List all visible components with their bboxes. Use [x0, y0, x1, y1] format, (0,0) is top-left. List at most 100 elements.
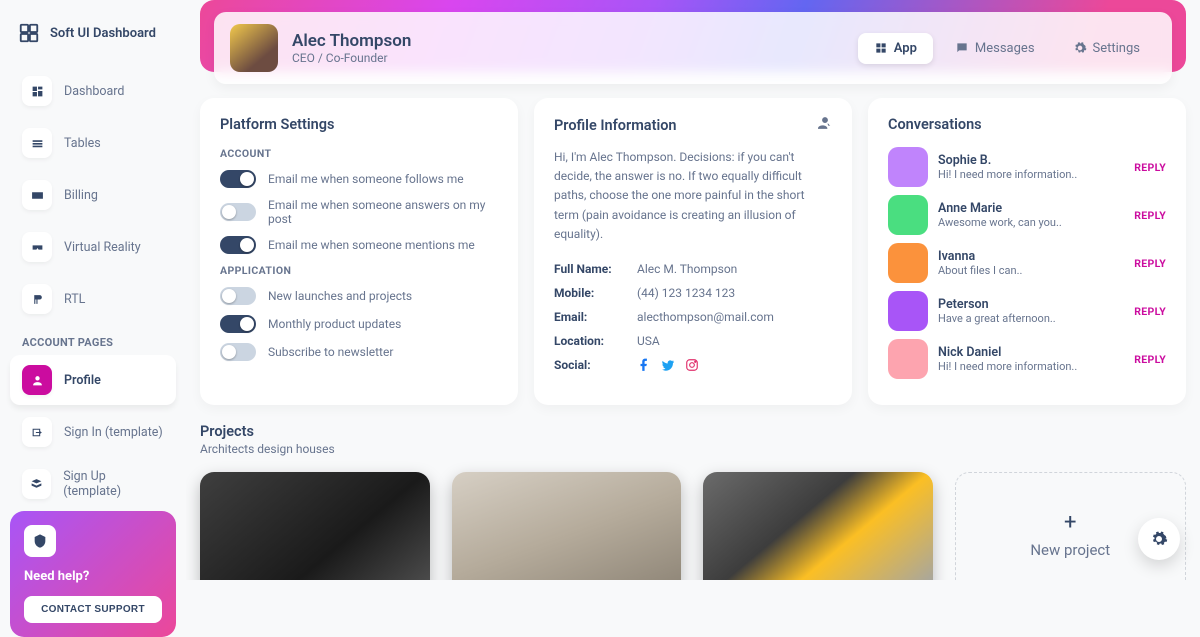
reply-button[interactable]: REPLY [1134, 161, 1166, 174]
reply-button[interactable]: REPLY [1134, 257, 1166, 270]
tab-app[interactable]: App [858, 33, 933, 64]
conversation-item[interactable]: Anne MarieAwesome work, can you..REPLY [888, 195, 1166, 235]
messages-icon [955, 41, 969, 55]
signin-icon [22, 417, 52, 447]
value-mobile: (44) 123 1234 123 [637, 286, 735, 300]
conversation-avatar [888, 339, 928, 379]
profile-info-title: Profile Information [554, 117, 677, 134]
conversation-avatar [888, 243, 928, 283]
nav-label: RTL [64, 292, 85, 307]
tables-icon [22, 128, 52, 158]
projects-title: Projects [200, 423, 1186, 440]
reply-button[interactable]: REPLY [1134, 305, 1166, 318]
account-pages-heading: ACCOUNT PAGES [10, 326, 176, 355]
profile-bar: Alec Thompson CEO / Co-Founder AppMessag… [214, 12, 1172, 84]
toggle-switch[interactable] [220, 203, 256, 221]
toggle-switch[interactable] [220, 170, 256, 188]
sidebar: Soft UI Dashboard Dashboard Tables Billing… [0, 0, 186, 580]
label-mobile: Mobile: [554, 286, 629, 300]
conversation-name: Peterson [938, 297, 1056, 312]
conversation-item[interactable]: PetersonHave a great afternoon.. REPLY [888, 291, 1166, 331]
sidebar-item-profile[interactable]: Profile [10, 355, 176, 405]
help-icon [24, 525, 56, 557]
facebook-icon[interactable] [637, 358, 651, 376]
profile-name: Alec Thompson [292, 31, 411, 51]
sidebar-item-rtl[interactable]: RTL [10, 274, 176, 324]
dashboard-icon [22, 76, 52, 106]
project-image [200, 472, 430, 580]
instagram-icon[interactable] [685, 358, 699, 376]
reply-button[interactable]: REPLY [1134, 353, 1166, 366]
toggle-switch[interactable] [220, 287, 256, 305]
label-social: Social: [554, 358, 629, 376]
profile-role: CEO / Co-Founder [292, 51, 411, 65]
conversation-item[interactable]: Nick DanielHi! I need more information..… [888, 339, 1166, 379]
profile-bio: Hi, I'm Alec Thompson. Decisions: if you… [554, 148, 832, 244]
contact-support-button[interactable]: CONTACT SUPPORT [24, 596, 162, 623]
project-card[interactable] [452, 472, 682, 580]
nav-label: Profile [64, 373, 101, 388]
conversation-avatar [888, 147, 928, 187]
sidebar-item-sign-in-template-[interactable]: Sign In (template) [10, 407, 176, 457]
avatar[interactable] [230, 24, 278, 72]
gear-icon [1150, 530, 1168, 548]
settings-fab[interactable] [1138, 518, 1180, 560]
project-card[interactable] [703, 472, 933, 580]
settings-icon [1073, 41, 1087, 55]
account-subheading: ACCOUNT [220, 147, 498, 160]
toggle-switch[interactable] [220, 343, 256, 361]
nav-label: Sign Up (template) [63, 469, 164, 499]
sidebar-item-virtual-reality[interactable]: Virtual Reality [10, 222, 176, 272]
tab-messages[interactable]: Messages [939, 33, 1051, 64]
conversation-message: Awesome work, can you.. [938, 216, 1062, 229]
nav-label: Billing [64, 188, 98, 203]
sidebar-item-billing[interactable]: Billing [10, 170, 176, 220]
toggle-label: Email me when someone mentions me [268, 238, 475, 252]
edit-profile-icon[interactable] [818, 116, 832, 134]
conversation-item[interactable]: Sophie B.Hi! I need more information..RE… [888, 147, 1166, 187]
reply-button[interactable]: REPLY [1134, 209, 1166, 222]
value-fullname: Alec M. Thompson [637, 262, 737, 276]
projects-subtitle: Architects design houses [200, 442, 1186, 456]
toggle-switch[interactable] [220, 315, 256, 333]
conversation-avatar [888, 195, 928, 235]
new-project-label: New project [1030, 541, 1110, 559]
value-email: alecthompson@mail.com [637, 310, 774, 324]
conversation-name: Nick Daniel [938, 345, 1077, 360]
main-content: Alec Thompson CEO / Co-Founder AppMessag… [186, 0, 1200, 580]
project-card[interactable] [200, 472, 430, 580]
conversation-item[interactable]: IvannaAbout files I can..REPLY [888, 243, 1166, 283]
toggle-label: Subscribe to newsletter [268, 345, 393, 359]
nav-label: Dashboard [64, 84, 124, 99]
sidebar-item-dashboard[interactable]: Dashboard [10, 66, 176, 116]
toggle-switch[interactable] [220, 236, 256, 254]
profile-info-card: Profile Information Hi, I'm Alec Thompso… [534, 98, 852, 405]
conversation-message: About files I can.. [938, 264, 1022, 277]
conversation-message: Have a great afternoon.. [938, 312, 1056, 325]
rtl-icon [22, 284, 52, 314]
billing-icon [22, 180, 52, 210]
conversation-message: Hi! I need more information.. [938, 168, 1077, 181]
sidebar-item-tables[interactable]: Tables [10, 118, 176, 168]
hero-banner: Alec Thompson CEO / Co-Founder AppMessag… [200, 0, 1186, 72]
project-image [703, 472, 933, 580]
toggle-label: Monthly product updates [268, 317, 401, 331]
help-title: Need help? [24, 569, 162, 584]
nav-label: Sign In (template) [64, 425, 163, 440]
nav-label: Tables [64, 136, 101, 151]
twitter-icon[interactable] [661, 358, 675, 376]
toggle-label: Email me when someone answers on my post [268, 198, 498, 226]
brand-icon [18, 22, 40, 44]
nav-label: Virtual Reality [64, 240, 141, 255]
conversations-title: Conversations [888, 116, 1166, 133]
conversation-avatar [888, 291, 928, 331]
platform-settings-card: Platform Settings ACCOUNT Email me when … [200, 98, 518, 405]
app-icon [874, 41, 888, 55]
sidebar-item-sign-up-template-[interactable]: Sign Up (template) [10, 459, 176, 509]
brand[interactable]: Soft UI Dashboard [10, 18, 176, 48]
tab-settings[interactable]: Settings [1057, 33, 1156, 64]
profile-icon [22, 365, 52, 395]
conversations-card: Conversations Sophie B.Hi! I need more i… [868, 98, 1186, 405]
projects-section: Projects Architects design houses +New p… [200, 423, 1186, 580]
label-location: Location: [554, 334, 629, 348]
